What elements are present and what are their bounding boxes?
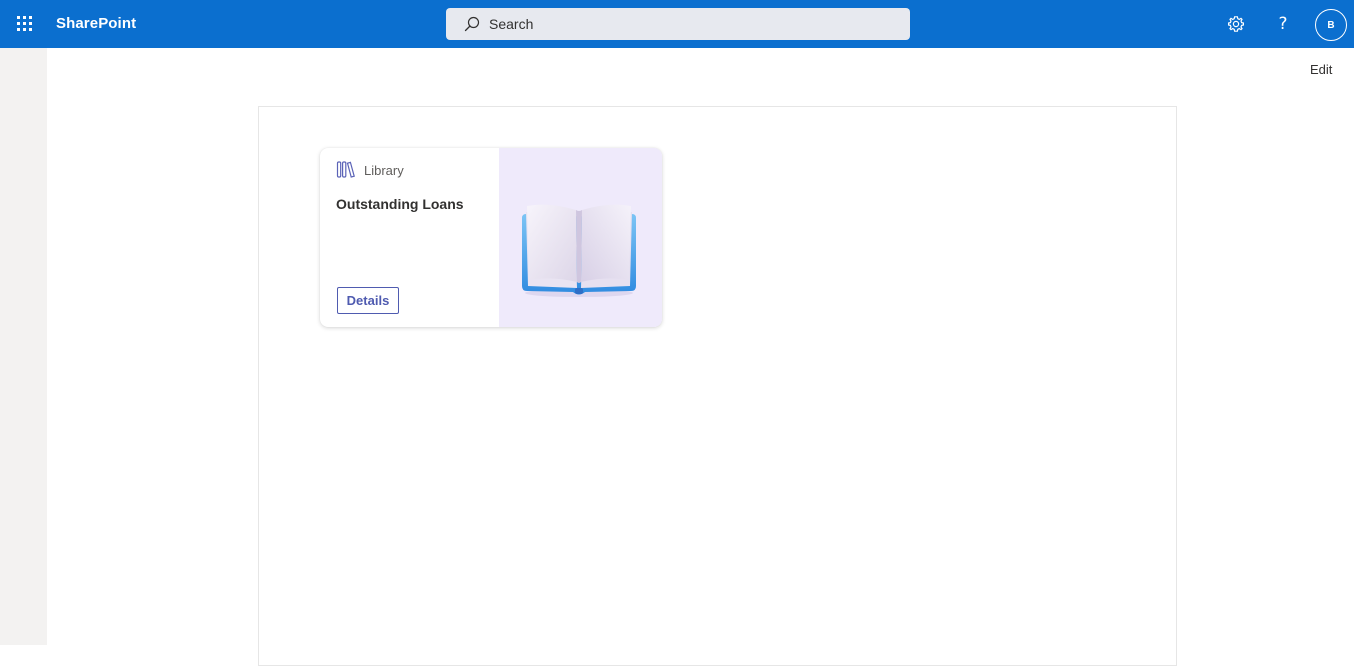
card-body: Library Outstanding Loans Details	[320, 148, 499, 327]
search-box[interactable]: Search	[446, 8, 910, 40]
avatar[interactable]: B	[1315, 9, 1347, 41]
card-image-panel	[499, 148, 662, 327]
app-title[interactable]: SharePoint	[56, 14, 136, 34]
card-title[interactable]: Outstanding Loans	[336, 196, 464, 212]
card-type-label: Library	[364, 162, 404, 178]
edit-button[interactable]: Edit	[1304, 62, 1338, 77]
suite-bar: SharePoint Search ? B	[0, 0, 1354, 48]
left-rail	[0, 48, 47, 645]
library-icon	[336, 160, 356, 180]
open-book-illustration	[522, 204, 636, 297]
library-card[interactable]: Library Outstanding Loans Details	[320, 148, 662, 327]
gear-icon[interactable]	[1224, 12, 1248, 36]
help-icon[interactable]: ?	[1271, 12, 1295, 36]
search-icon	[462, 14, 482, 34]
details-button[interactable]: Details	[337, 287, 399, 314]
card-type: Library	[336, 160, 404, 180]
search-input[interactable]: Search	[489, 16, 533, 32]
app-launcher-icon[interactable]	[12, 12, 36, 36]
